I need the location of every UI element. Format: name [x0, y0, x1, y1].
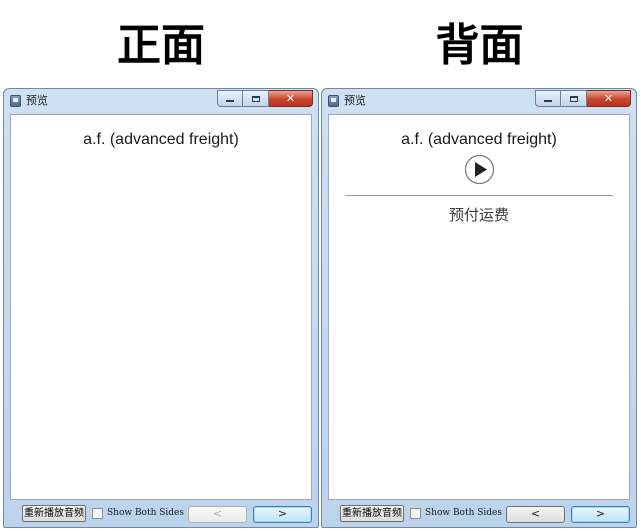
- chevron-left-icon: <: [530, 507, 541, 520]
- play-circle-icon[interactable]: [464, 154, 495, 185]
- maximize-icon: [569, 95, 578, 102]
- card-question-text: a.f. (advanced freight): [401, 131, 557, 148]
- app-icon: [328, 95, 339, 107]
- front-back-divider: [345, 195, 613, 196]
- window-title: 预览: [344, 94, 366, 107]
- close-icon: ✕: [603, 92, 614, 105]
- next-button[interactable]: >: [571, 506, 630, 523]
- card-question-text: a.f. (advanced freight): [83, 131, 239, 148]
- close-button[interactable]: ✕: [587, 90, 631, 107]
- preview-window-front: 预览 ✕ a.f. (advanced freight) 重新播放音频 Show…: [3, 88, 319, 528]
- bottom-bar: 重新播放音频 Show Both Sides < >: [4, 500, 318, 527]
- previous-button[interactable]: <: [188, 506, 247, 523]
- title-bar[interactable]: 预览 ✕: [322, 89, 636, 113]
- close-button[interactable]: ✕: [269, 90, 313, 107]
- show-both-sides-label: Show Both Sides: [107, 508, 185, 518]
- window-title: 预览: [26, 94, 48, 107]
- minimize-icon: [226, 100, 234, 102]
- maximize-button[interactable]: [561, 90, 587, 107]
- chevron-left-icon: <: [212, 507, 223, 520]
- card-preview-area: a.f. (advanced freight): [10, 114, 312, 500]
- minimize-icon: [544, 100, 552, 102]
- show-both-sides-label: Show Both Sides: [425, 508, 503, 518]
- show-both-sides-checkbox[interactable]: [92, 508, 103, 519]
- minimize-button[interactable]: [535, 90, 561, 107]
- chevron-right-icon: >: [277, 507, 288, 520]
- previous-button[interactable]: <: [506, 506, 565, 523]
- minimize-button[interactable]: [217, 90, 243, 107]
- card-preview-area: a.f. (advanced freight) 预付运费: [328, 114, 630, 500]
- front-heading: 正面: [117, 20, 205, 71]
- card-answer-text: 预付运费: [448, 206, 509, 224]
- replay-audio-button[interactable]: 重新播放音频: [22, 505, 86, 522]
- show-both-sides-checkbox[interactable]: [410, 508, 421, 519]
- app-icon: [10, 95, 21, 107]
- title-bar[interactable]: 预览 ✕: [4, 89, 318, 113]
- maximize-button[interactable]: [243, 90, 269, 107]
- maximize-icon: [251, 95, 260, 102]
- chevron-right-icon: >: [595, 507, 606, 520]
- replay-audio-button[interactable]: 重新播放音频: [340, 505, 404, 522]
- preview-window-back: 预览 ✕ a.f. (advanced freight) 预付运费 重新播放音频…: [321, 88, 637, 528]
- next-button[interactable]: >: [253, 506, 312, 523]
- close-icon: ✕: [285, 92, 296, 105]
- bottom-bar: 重新播放音频 Show Both Sides < >: [322, 500, 636, 527]
- back-heading: 背面: [435, 20, 524, 71]
